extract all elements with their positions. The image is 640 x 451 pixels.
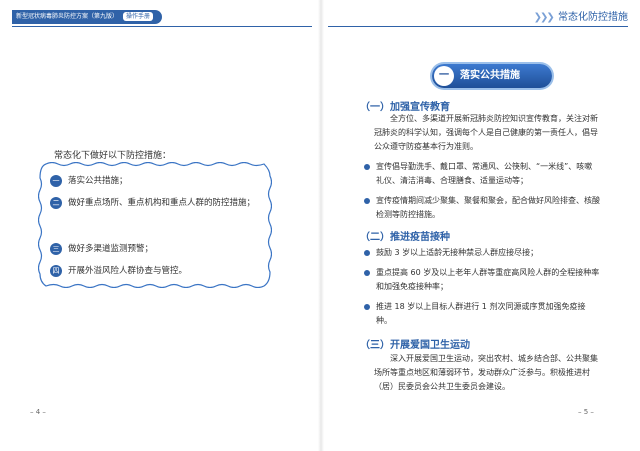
bullet-text: 宣传倡导勤洗手、戴口罩、常通风、公筷制、“一米线”、咳嗽礼仪、清洁消毒、合理膳食… xyxy=(376,162,593,185)
list-item: 四 开展外溢风险人群协查与管控。 xyxy=(50,264,260,278)
item-number-badge: 一 xyxy=(50,175,62,187)
bullet-item: 重点提高 60 岁及以上老年人群等重症高风险人群的全程接种率和加强免疫接种率； xyxy=(364,266,600,294)
header-right-rule xyxy=(328,26,628,27)
header-right-title: 常态化防控措施 xyxy=(558,12,628,23)
bullet-dot-icon xyxy=(364,164,370,170)
bullet-dot-icon xyxy=(364,270,370,276)
bullet-dot-icon xyxy=(364,198,370,204)
section-heading: （三）开展爱国卫生运动 xyxy=(360,340,470,351)
header-left-bar: 新型冠状病毒肺炎防控方案（第九版） 操作手册 xyxy=(12,10,162,24)
bullet-dot-icon xyxy=(364,304,370,310)
bullet-item: 鼓励 3 岁以上适龄无接种禁忌人群应接尽接； xyxy=(364,246,600,260)
header-left-title: 新型冠状病毒肺炎防控方案（第九版） xyxy=(16,13,119,20)
page-number-left: – 4 – xyxy=(30,408,46,416)
bullet-text: 重点提高 60 岁及以上老年人群等重症高风险人群的全程接种率和加强免疫接种率； xyxy=(376,268,600,291)
bullet-item: 推进 18 岁以上目标人群进行 1 剂次同源或序贯加强免疫接种。 xyxy=(364,300,600,328)
page-number-right: – 5 – xyxy=(578,408,594,416)
item-text: 落实公共措施； xyxy=(68,176,128,186)
item-number-badge: 三 xyxy=(50,243,62,255)
section-paragraph: 深入开展爱国卫生运动，突出农村、城乡结合部、公共聚集场所等重点地区和薄弱环节，发… xyxy=(374,354,598,391)
item-text: 做好多渠道监测预警； xyxy=(68,244,154,254)
bullet-item: 宣传疫情期间减少聚集、聚餐和聚会，配合做好风险排查、核酸检测等防控措施。 xyxy=(364,194,600,222)
badge-number: 一 xyxy=(434,66,454,86)
list-item: 一 落实公共措施； xyxy=(50,174,260,188)
section-heading: （二）推进疫苗接种 xyxy=(360,232,450,243)
list-item: 二 做好重点场所、重点机构和重点人群的防控措施； xyxy=(50,196,260,215)
header-right: ❯❯❯ 常态化防控措施 xyxy=(534,10,628,26)
bullet-text: 宣传疫情期间减少聚集、聚餐和聚会，配合做好风险排查、核酸检测等防控措施。 xyxy=(376,196,600,219)
item-number-badge: 四 xyxy=(50,265,62,277)
section-paragraph: 全方位、多渠道开展新冠肺炎防控知识宣传教育，关注对新冠肺炎的科学认知，强调每个人… xyxy=(374,114,598,151)
section-heading: （一）加强宣传教育 xyxy=(360,102,450,113)
bullet-dot-icon xyxy=(364,250,370,256)
header-left-rule xyxy=(12,26,312,27)
chevron-right-icon: ❯❯❯ xyxy=(533,12,555,23)
list-item: 三 做好多渠道监测预警； xyxy=(50,242,260,256)
item-text: 开展外溢风险人群协查与管控。 xyxy=(68,266,188,276)
page-fold xyxy=(318,0,324,451)
header-left-tag: 操作手册 xyxy=(122,12,153,21)
section-badge: 一 落实公共措施 xyxy=(432,64,552,88)
item-text: 做好重点场所、重点机构和重点人群的防控措施； xyxy=(68,198,256,208)
item-number-badge: 二 xyxy=(50,197,62,209)
left-intro: 常态化下做好以下防控措施： xyxy=(54,151,172,161)
bullet-item: 宣传倡导勤洗手、戴口罩、常通风、公筷制、“一米线”、咳嗽礼仪、清洁消毒、合理膳食… xyxy=(364,160,600,188)
bullet-text: 鼓励 3 岁以上适龄无接种禁忌人群应接尽接； xyxy=(376,248,539,257)
badge-title: 落实公共措施 xyxy=(460,70,520,81)
bullet-text: 推进 18 岁以上目标人群进行 1 剂次同源或序贯加强免疫接种。 xyxy=(376,302,586,325)
